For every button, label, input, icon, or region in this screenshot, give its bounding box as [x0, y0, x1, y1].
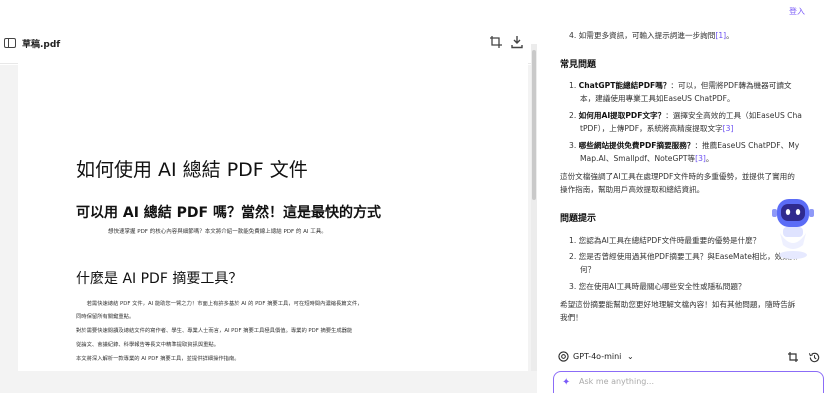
prompt-heading: 問題提示 [560, 214, 597, 224]
file-name: 草稿.pdf [22, 40, 61, 50]
citation-link[interactable]: [3] [695, 154, 706, 163]
citation-link[interactable]: [1] [715, 31, 726, 40]
faq-answer: ：選擇安全高效的工具（如EaseUS Cha [665, 111, 802, 120]
document-heading-2: 什麼是 AI PDF 摘要工具？ [76, 271, 243, 287]
faq-answer-continued: 本，建議使用專業工具如EaseUS ChatPDF。 [580, 94, 735, 103]
crop-icon[interactable] [489, 35, 503, 49]
faq-question: ChatGPT能總結PDF嗎？ [578, 81, 671, 90]
answer-text: 4. 如需更多資訊，可輸入提示詞進一步詢問 [569, 31, 716, 40]
faq-answer-continued: tPDF），上傳PDF，系統將高精度提取文字[3] [580, 123, 733, 134]
login-link[interactable]: 登入 [789, 6, 805, 17]
document-title: 如何使用 AI 總結 PDF 文件 [76, 159, 308, 181]
faq-item: 2. 如何用AI提取PDF文字？：選擇安全高效的工具（如EaseUS Cha [569, 111, 802, 120]
suggested-prompt[interactable]: 3. 您在使用AI工具時最關心哪些安全性或隱私問題？ [569, 281, 746, 292]
faq-answer-text: tPDF），上傳PDF，系統將高精度提取文字 [580, 124, 723, 133]
robot-assistant-icon[interactable] [770, 193, 816, 263]
model-dropdown[interactable]: GPT-4o-mini [573, 352, 621, 361]
model-selector-bar: GPT-4o-mini ⌄ [558, 350, 824, 366]
suggested-prompt[interactable]: 2. 您是否曾經使用過其他PDF摘要工具？與EaseMate相比，效果如 [569, 251, 797, 262]
document-subtitle: 想快速掌握 PDF 的核心內容與細節嗎？本文將介紹一款能免費線上總結 PDF 的… [108, 229, 327, 235]
closing-text: 希望這份摘要能幫助您更好地理解文檔內容！如有其他問題，隨時告訴 [560, 300, 796, 309]
faq-answer: ：推薦EaseUS ChatPDF、My [694, 141, 800, 150]
summary-text: 操作指南，幫助用戶高效提取和總結資訊。 [560, 185, 705, 194]
answer-list-item: 4. 如需更多資訊，可輸入提示詞進一步詢問[1]。 [569, 30, 734, 41]
history-icon[interactable] [808, 351, 821, 364]
document-heading-1: 可以用 AI 總結 PDF 嗎？當然！這是最快的方式 [76, 205, 381, 221]
citation-link[interactable]: [3] [723, 124, 734, 133]
answer-text-tail: 。 [726, 31, 734, 40]
document-paragraph-line: 若需快速總結 PDF 文件，AI 能助您一臂之力！市面上有許多基於 AI 的 P… [76, 301, 363, 307]
faq-question: 如何用AI提取PDF文字？ [578, 111, 666, 120]
suggested-prompt-continued[interactable]: 何？ [580, 264, 595, 275]
chevron-down-icon[interactable]: ⌄ [627, 352, 634, 361]
pdf-page: 如何使用 AI 總結 PDF 文件 可以用 AI 總結 PDF 嗎？當然！這是最… [18, 60, 528, 371]
document-paragraph-line: 從論文、會議紀錄、科學報告等長文中精準提取資訊與重點。 [76, 342, 220, 348]
faq-question: 哪些網站提供免費PDF摘要服務？ [578, 141, 695, 150]
summary-text: 這份文檔強調了AI工具在處理PDF文件時的多重優勢，並提供了實用的 [560, 172, 795, 181]
faq-answer-text: Map.AI、Smallpdf、NoteGPT等 [580, 154, 696, 163]
faq-item: 1. ChatGPT能總結PDF嗎？：可以，但需將PDF轉為機器可讀文 [569, 81, 792, 90]
sparkle-icon: ✦ [562, 377, 571, 388]
document-paragraph-line: 對於需要快速閱讀及總結文件的寫作者、學生、專業人士而言，AI PDF 摘要工具極… [76, 328, 353, 334]
download-icon[interactable] [510, 35, 524, 49]
document-paragraph-line: 本文將深入解析一款專業的 AI PDF 摘要工具，並提供詳細操作指南。 [76, 356, 240, 362]
new-chat-icon[interactable] [787, 351, 799, 363]
viewer-toolbar: 草稿.pdf [0, 22, 537, 64]
scrollbar-thumb[interactable] [532, 50, 536, 200]
top-bar: 登入 [0, 0, 829, 22]
document-paragraph-line: 同時保留所有關鍵重點。 [76, 314, 135, 320]
faq-item: 3. 哪些網站提供免費PDF摘要服務？：推薦EaseUS ChatPDF、My [569, 141, 800, 150]
faq-answer-continued: Map.AI、Smallpdf、NoteGPT等[3]。 [580, 154, 714, 163]
chat-input[interactable] [579, 377, 809, 386]
faq-heading: 常見問題 [560, 60, 597, 70]
faq-answer: ：可以，但需將PDF轉為機器可讀文 [670, 81, 792, 90]
chat-input-box[interactable]: ✦ [553, 371, 824, 393]
suggested-prompt[interactable]: 1. 您認為AI工具在總結PDF文件時最重要的優勢是什麼？ [569, 235, 760, 246]
model-icon [558, 351, 569, 362]
sidebar-toggle-icon[interactable] [4, 38, 16, 48]
closing-text: 我們！ [560, 313, 583, 322]
app-window: 登入 草稿.pdf 如何使用 AI 總結 PDF 文件 可以用 AI 總結 PD… [0, 0, 829, 393]
